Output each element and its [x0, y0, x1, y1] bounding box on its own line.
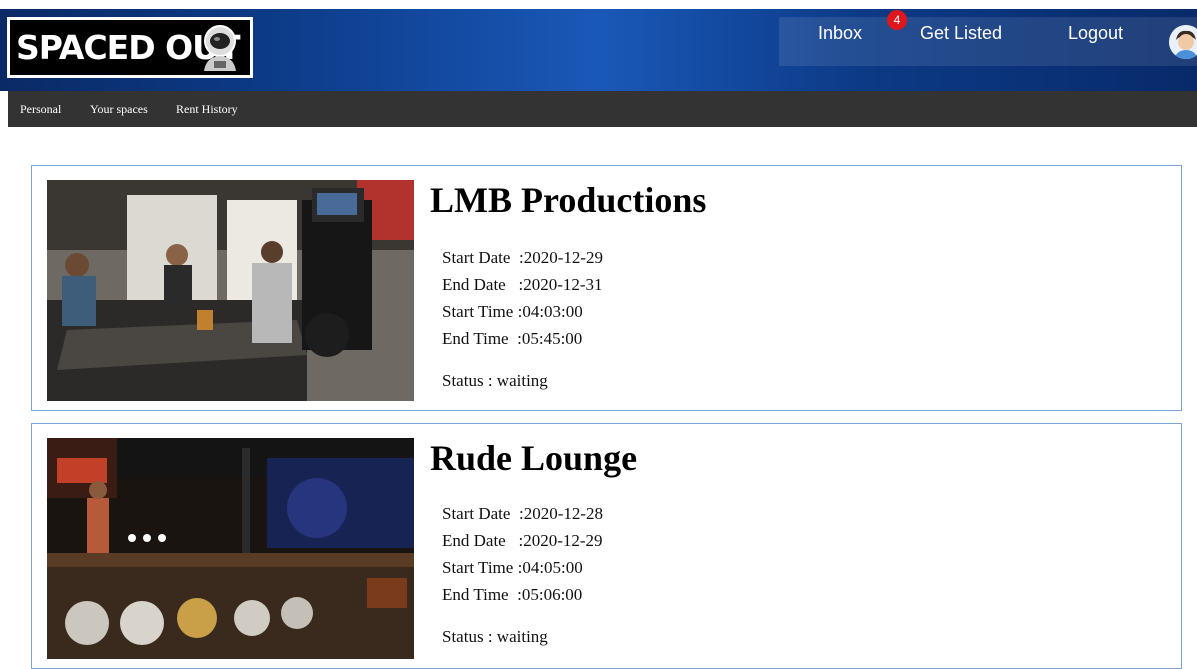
start-time-value: 04:05:00	[522, 558, 583, 577]
end-time-label: End Time	[442, 329, 509, 348]
top-header: SPACED OUT Inbox Get Listed Logout	[0, 9, 1197, 91]
nav-inbox[interactable]: Inbox	[818, 9, 862, 58]
space-title: Rude Lounge	[430, 438, 638, 478]
user-avatar-icon	[1169, 25, 1197, 59]
start-date-row: Start Date :2020-12-28	[442, 504, 604, 523]
end-date-row: End Date :2020-12-29	[442, 531, 603, 550]
avatar[interactable]	[1169, 25, 1197, 59]
start-date-value: 2020-12-29	[523, 248, 604, 267]
inbox-badge: 4	[887, 10, 907, 30]
start-date-label: Start Date	[442, 504, 511, 523]
end-time-value: 05:45:00	[521, 329, 583, 348]
end-date-label: End Date	[442, 275, 506, 294]
brand-logo[interactable]: SPACED OUT	[7, 17, 253, 78]
nav-logout[interactable]: Logout	[1068, 9, 1123, 58]
end-time-row: End Time :05:45:00	[442, 329, 583, 348]
end-date-label: End Date	[442, 531, 506, 550]
space-photo	[47, 438, 414, 659]
end-date-value: 2020-12-29	[523, 531, 603, 550]
subnav-personal[interactable]: Personal	[20, 91, 61, 127]
end-date-value: 2020-12-31	[523, 275, 603, 294]
start-time-row: Start Time :04:03:00	[442, 302, 583, 321]
start-date-value: 2020-12-28	[523, 504, 604, 523]
astronaut-icon	[204, 25, 236, 71]
end-date-row: End Date :2020-12-31	[442, 275, 603, 294]
status-label: Status	[442, 627, 484, 646]
lounge-photo-image	[47, 438, 414, 659]
space-photo	[47, 180, 414, 401]
studio-photo-image	[47, 180, 414, 401]
end-time-label: End Time	[442, 585, 509, 604]
sub-nav-bar: Personal Your spaces Rent History	[8, 91, 1197, 127]
space-title: LMB Productions	[430, 180, 707, 220]
end-time-row: End Time :05:06:00	[442, 585, 583, 604]
booking-card: LMB Productions Start Date :2020-12-29 E…	[31, 165, 1182, 411]
logo-plate: SPACED OUT	[10, 20, 250, 75]
subnav-rent-history[interactable]: Rent History	[176, 91, 238, 127]
end-time-value: 05:06:00	[521, 585, 583, 604]
status-label: Status	[442, 371, 484, 390]
start-date-row: Start Date :2020-12-29	[442, 248, 604, 267]
start-time-row: Start Time :04:05:00	[442, 558, 583, 577]
start-time-label: Start Time	[442, 302, 514, 321]
nav-get-listed[interactable]: Get Listed	[920, 9, 1002, 58]
start-time-value: 04:03:00	[522, 302, 583, 321]
subnav-your-spaces[interactable]: Your spaces	[90, 91, 148, 127]
start-time-label: Start Time	[442, 558, 514, 577]
status-row: Status : waiting	[442, 627, 548, 646]
booking-card: Rude Lounge Start Date :2020-12-28 End D…	[31, 423, 1182, 669]
start-date-label: Start Date	[442, 248, 511, 267]
status-value: waiting	[496, 371, 548, 390]
status-row: Status : waiting	[442, 371, 548, 390]
status-value: waiting	[496, 627, 548, 646]
